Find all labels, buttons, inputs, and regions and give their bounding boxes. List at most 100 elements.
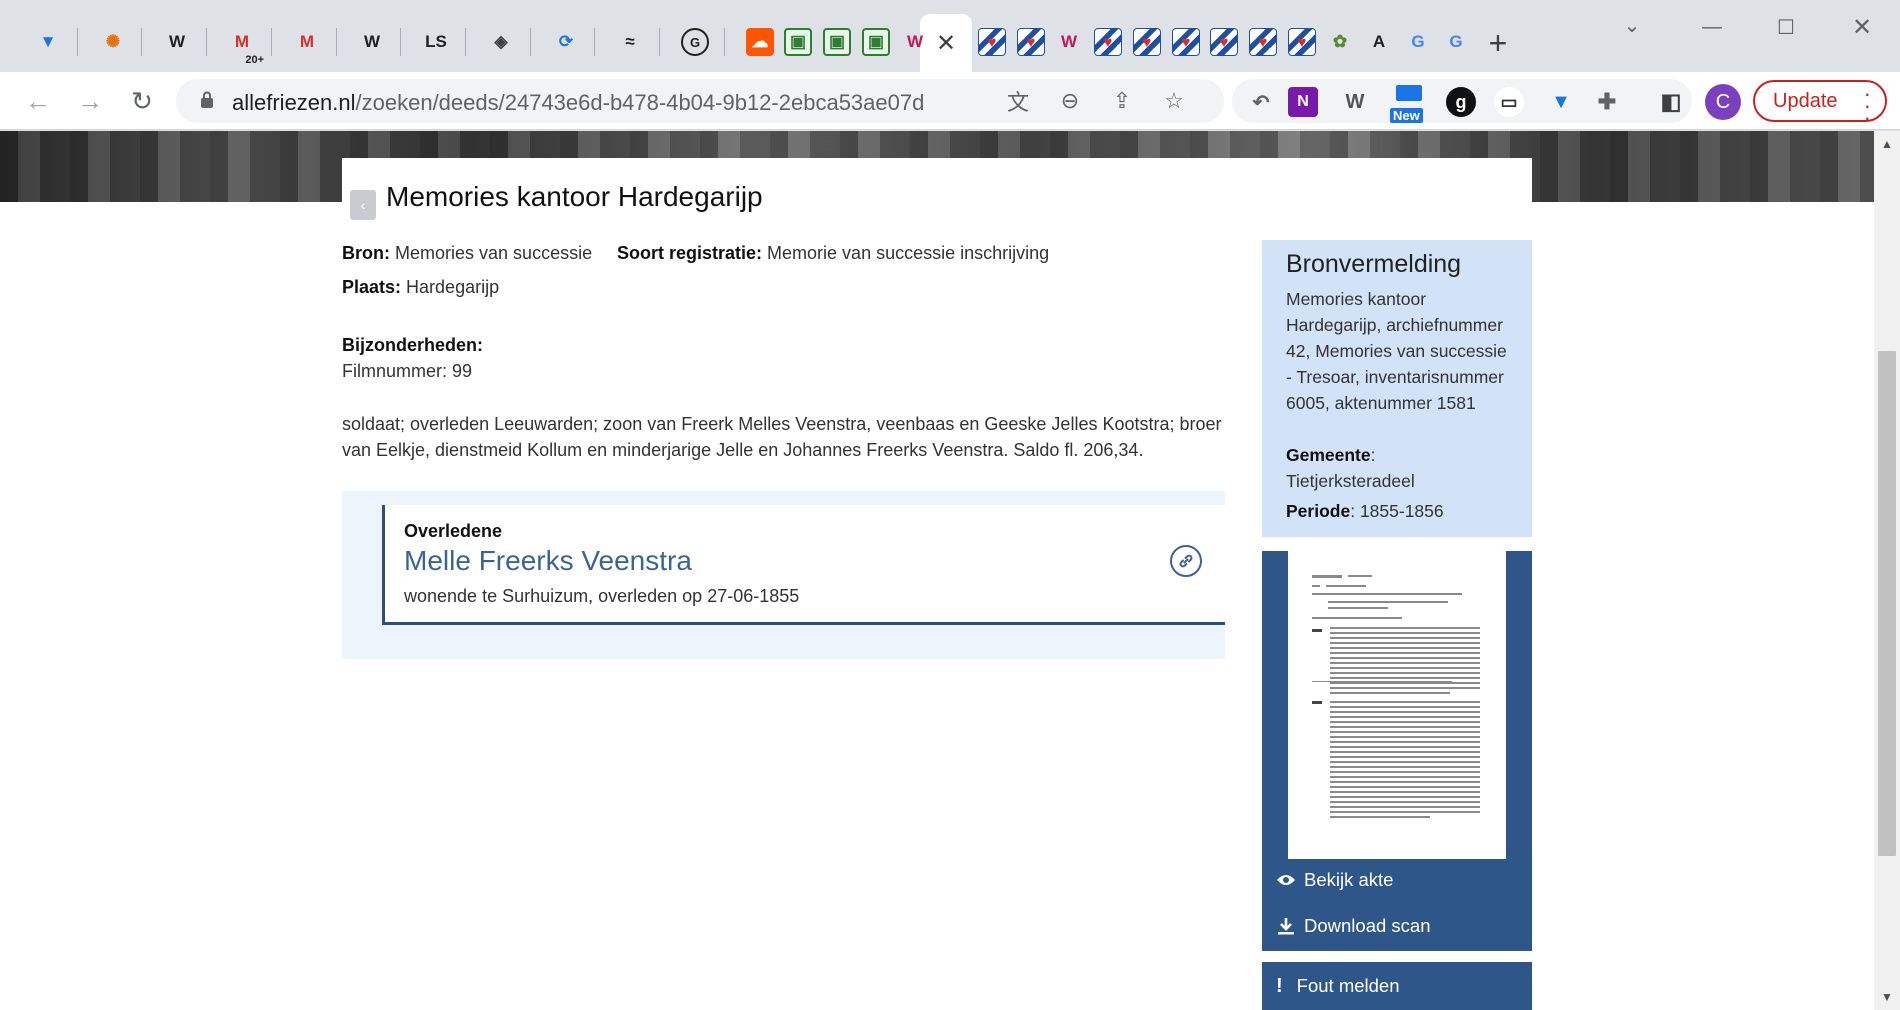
wave-icon: ≈ [625,32,635,51]
vertical-scrollbar[interactable]: ▲ ▼ [1874,131,1900,1010]
tab-separator [336,28,337,56]
browser-tab[interactable]: ✿ [1322,24,1358,60]
browser-tab[interactable]: ▣ [780,24,816,60]
browser-tab[interactable]: G [1400,24,1436,60]
browser-toolbar: ← → ↻ allefriezen.nl/zoeken/deeds/24743e… [0,72,1900,130]
gemeente-value: Tietjerksteradeel [1286,471,1415,491]
browser-tab[interactable]: G [1438,24,1474,60]
update-button[interactable]: Update · · · [1753,80,1887,129]
close-window-icon[interactable]: ✕ [1842,12,1882,42]
frisian-flag-icon: ♥ [1094,28,1122,56]
new-tab-button[interactable]: + [1481,25,1515,61]
browser-tab[interactable]: G [677,24,713,60]
frisian-flag-icon: ♥ [978,28,1006,56]
tab-strip: ✕ + ⌄ — ☐ ✕ ▼ ✺ W M 20+ M W LS ◈ ⟳ ≈ G ☁ ▣ ▣ ▣ W ♥ ♥ W ♥ ♥ ♥ ♥ ♥… [0,0,1900,72]
bronvermelding-text: Memories kantoor Hardegarijp, archiefnum… [1286,289,1507,413]
wikipedia-icon: W [168,32,186,51]
link-icon[interactable] [1170,545,1202,577]
scroll-down-arrow-icon[interactable]: ▼ [1881,990,1893,1004]
browser-tab[interactable]: ▼ [30,24,66,60]
back-arrow-icon[interactable]: ← [18,81,58,121]
page-title: Memories kantoor Hardegarijp [386,181,763,212]
zoom-out-icon[interactable]: ⊖ [1056,87,1084,115]
google-icon: G [1411,32,1425,51]
w-extension-icon[interactable]: W [1340,87,1370,117]
gmail-icon: M [299,32,315,51]
browser-tab[interactable]: ♥ [1284,24,1320,60]
onenote-icon[interactable]: N [1288,87,1318,117]
browser-tab[interactable]: ☁ [742,24,778,60]
browser-tab[interactable]: ♥ [1168,24,1204,60]
browser-tab[interactable]: M [289,24,325,60]
maximize-icon[interactable]: ☐ [1766,12,1806,42]
scan-thumbnail[interactable] [1288,551,1506,859]
url-path: /zoeken/deeds/24743e6d-b478-4b04-9b12-2e… [355,90,925,115]
url-text[interactable]: allefriezen.nl/zoeken/deeds/24743e6d-b47… [232,90,924,116]
download-scan-button[interactable]: Download scan [1276,915,1431,937]
puzzle-icon[interactable]: ✚ [1592,87,1622,117]
share-icon[interactable]: ⇪ [1108,87,1136,115]
bijzonderheden-label: Bijzonderheden: [342,335,484,355]
browser-tab[interactable]: ♥ [974,24,1010,60]
wikipedia-icon: W [363,32,381,51]
chain-link-icon [1179,554,1193,568]
address-bar[interactable]: allefriezen.nl/zoeken/deeds/24743e6d-b47… [176,79,1224,123]
tab-separator [594,28,595,56]
scan-panel: Bekijk akte Download scan [1262,551,1532,951]
plaats-value: Hardegarijp [406,277,500,297]
scrollbar-thumb[interactable] [1878,351,1896,856]
browser-tab[interactable]: ♥ [1206,24,1242,60]
person-card: Overledene Melle Freerks Veenstra wonend… [382,505,1225,625]
a-icon: A [1372,32,1386,51]
update-label: Update [1773,89,1838,112]
back-chevron-icon[interactable]: ‹ [350,190,376,220]
plaats-line: Plaats: Hardegarijp [342,277,499,298]
reply-arrow-icon[interactable]: ↶ [1246,87,1276,117]
heart-shield-icon: ▼ [39,32,57,51]
browser-tab[interactable]: ♥ [1090,24,1126,60]
periode-line: Periode: 1855-1856 [1286,501,1444,521]
report-error-button[interactable]: ! Fout melden [1262,962,1532,1010]
translate-icon[interactable]: 文 [1004,87,1032,115]
bookmark-star-icon[interactable]: ☆ [1160,87,1188,115]
new-extension-icon[interactable]: New [1390,85,1428,123]
browser-tab[interactable]: W [897,24,933,60]
person-name-link[interactable]: Melle Freerks Veenstra [404,545,692,577]
w-red-icon: W [1060,32,1078,51]
reload-icon[interactable]: ↻ [122,81,162,121]
avatar[interactable]: C [1705,84,1741,120]
close-tab-icon[interactable]: ✕ [936,29,956,58]
browser-tab[interactable]: ▣ [819,24,855,60]
browser-tab[interactable]: ◈ [483,24,519,60]
minimize-icon[interactable]: — [1692,12,1732,42]
browser-tab[interactable]: W [159,24,195,60]
browser-tab[interactable]: ♥ [1013,24,1049,60]
browser-tab[interactable]: ⟳ [548,24,584,60]
report-error-label: Fout melden [1296,975,1400,996]
frisian-flag-icon: ♥ [1288,28,1316,56]
browser-tab[interactable]: ▣ [858,24,894,60]
browser-tab[interactable]: M 20+ [224,24,264,66]
forward-arrow-icon[interactable]: → [70,81,110,121]
ls-icon: LS [425,32,447,51]
browser-tab[interactable]: W [354,24,390,60]
browser-tab[interactable]: LS [418,24,454,60]
heart-shield-icon[interactable]: ▼ [1546,87,1576,117]
scroll-up-arrow-icon[interactable]: ▲ [1881,137,1893,151]
gmail-unread-badge: 20+ [245,54,264,66]
menu-dots-icon[interactable]: · · · [1864,83,1871,129]
browser-tab[interactable]: W [1051,24,1087,60]
browser-tab[interactable]: ♥ [1245,24,1281,60]
monitor-extension-icon[interactable]: ▭ [1494,87,1524,117]
view-deed-button[interactable]: Bekijk akte [1276,869,1393,891]
browser-tab[interactable]: A [1361,24,1397,60]
archive-icon: ▣ [823,28,851,56]
side-panel-icon[interactable]: ◧ [1656,87,1686,117]
browser-tab[interactable]: ✺ [95,24,131,60]
chevron-down-icon[interactable]: ⌄ [1612,10,1652,40]
frisian-flag-icon: ♥ [1172,28,1200,56]
grammarly-icon[interactable]: g [1446,87,1476,117]
browser-tab[interactable]: ♥ [1129,24,1165,60]
browser-tab[interactable]: ≈ [612,24,648,60]
view-deed-label: Bekijk akte [1304,869,1394,890]
